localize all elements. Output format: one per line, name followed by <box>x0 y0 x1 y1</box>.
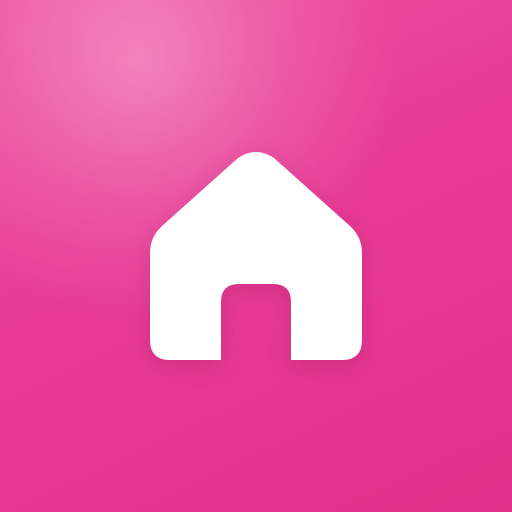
home-icon <box>150 152 362 360</box>
home-icon-shape <box>150 152 362 360</box>
app-icon[interactable] <box>0 0 512 512</box>
